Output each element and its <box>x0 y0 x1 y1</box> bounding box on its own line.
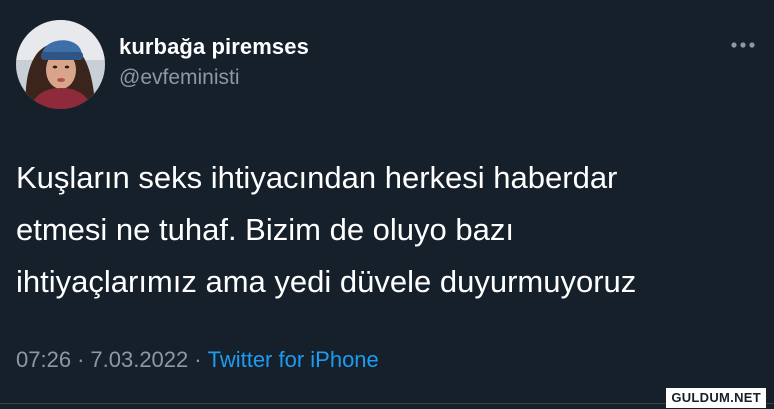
tweet-text: Kuşların seks ihtiyacından herkesi haber… <box>16 152 766 308</box>
divider <box>0 403 774 404</box>
author-display-name[interactable]: kurbağa piremses <box>119 34 309 60</box>
meta-separator: · <box>194 347 202 372</box>
more-dots-icon <box>731 42 755 48</box>
user-avatar-photo-icon <box>16 20 105 109</box>
tweet-text-line: ihtiyaçlarımız ama yedi düvele duyurmuyo… <box>16 264 637 299</box>
tweet-source-link[interactable]: Twitter for iPhone <box>208 347 379 372</box>
tweet-card: kurbağa piremses @evfeministi Kuşların s… <box>0 0 774 409</box>
more-options-button[interactable] <box>725 34 761 56</box>
avatar[interactable] <box>16 20 105 109</box>
author-handle[interactable]: @evfeministi <box>119 66 240 90</box>
watermark-logo: GULDUM.NET <box>666 388 766 408</box>
tweet-time[interactable]: 07:26 <box>16 347 71 372</box>
tweet-text-line: etmesi ne tuhaf. Bizim de oluyo bazı <box>16 212 514 247</box>
tweet-metadata: 07:26 · 7.03.2022 · Twitter for iPhone <box>16 347 379 373</box>
tweet-date[interactable]: 7.03.2022 <box>90 347 188 372</box>
tweet-text-line: Kuşların seks ihtiyacından herkesi haber… <box>16 160 618 195</box>
meta-separator: · <box>77 347 85 372</box>
